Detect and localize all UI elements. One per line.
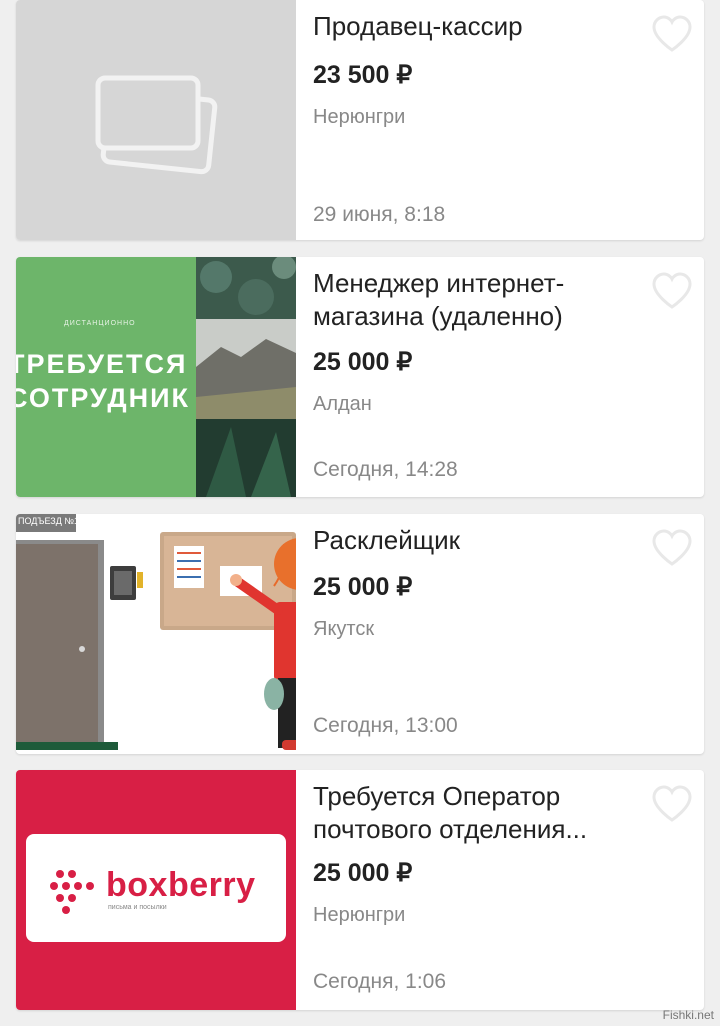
listing-thumbnail[interactable]: дистанционно ТРЕБУЕТСЯ СОТРУДНИК [16, 257, 296, 497]
placeholder-image-icon [95, 75, 218, 175]
thumb-caption-small: дистанционно [64, 320, 136, 327]
listing-title[interactable]: Менеджер интернет-магазина (удаленно) [313, 267, 613, 333]
listing-price: 25 000 ₽ [313, 573, 413, 601]
listing-thumbnail[interactable] [16, 0, 296, 240]
listing-title[interactable]: Расклейщик [313, 524, 613, 557]
thumb-caption-line2: СОТРУДНИК [16, 383, 191, 413]
favorite-heart-icon[interactable] [650, 271, 694, 311]
listing-date: Сегодня, 1:06 [313, 970, 447, 993]
listing-date: Сегодня, 14:28 [313, 458, 458, 481]
listing-city: Нерюнгри [313, 904, 406, 926]
thumb-caption-line1: ТРЕБУЕТСЯ [16, 349, 188, 379]
favorite-heart-icon[interactable] [650, 14, 694, 54]
listing-date: 29 июня, 8:18 [313, 203, 446, 226]
listing-card[interactable]: boxberry письма и посылки Требуется Опер… [16, 770, 704, 1010]
listing-card[interactable]: ПОДЪЕЗД №1 Расклейщик 25 000 ₽ Якутск Се… [16, 514, 704, 754]
poster-man-illustration [16, 514, 296, 750]
listing-city: Нерюнгри [313, 106, 406, 128]
listing-price: 25 000 ₽ [313, 859, 413, 887]
favorite-heart-icon[interactable] [650, 784, 694, 824]
listing-city: Алдан [313, 393, 372, 415]
listing-thumbnail[interactable]: ПОДЪЕЗД №1 [16, 514, 296, 754]
listing-city: Якутск [313, 618, 375, 640]
watermark: Fishki.net [662, 1008, 714, 1022]
listing-date: Сегодня, 13:00 [313, 714, 458, 737]
favorite-heart-icon[interactable] [650, 528, 694, 568]
listing-title[interactable]: Продавец-кассир [313, 10, 613, 43]
listing-price: 25 000 ₽ [313, 348, 413, 376]
boxberry-tagline: письма и посылки [108, 904, 167, 911]
boxberry-wordmark: boxberry [106, 866, 256, 904]
listing-thumbnail[interactable]: boxberry письма и посылки [16, 770, 296, 1010]
listing-card[interactable]: Продавец-кассир 23 500 ₽ Нерюнгри 29 июн… [16, 0, 704, 240]
listing-price: 23 500 ₽ [313, 61, 413, 89]
listing-card[interactable]: дистанционно ТРЕБУЕТСЯ СОТРУДНИК Менедже… [16, 257, 704, 497]
entrance-sign: ПОДЪЕЗД №1 [18, 516, 79, 526]
listing-title[interactable]: Требуется Оператор почтового отделения..… [313, 780, 613, 846]
